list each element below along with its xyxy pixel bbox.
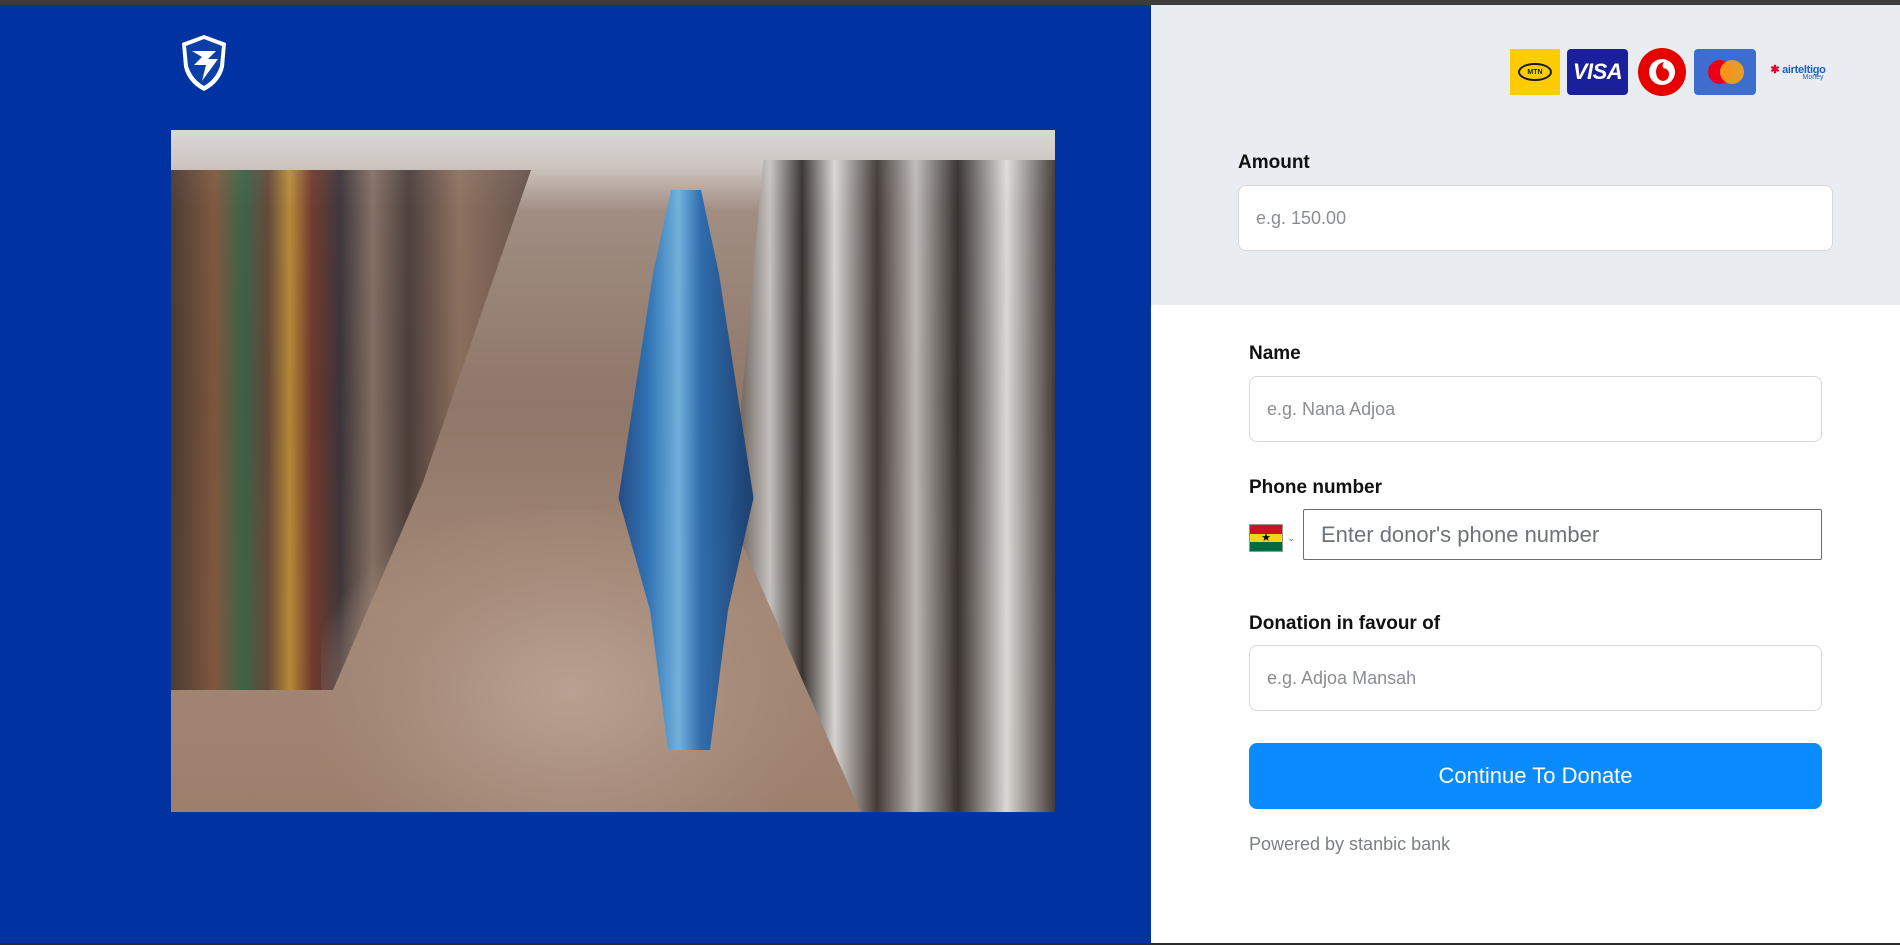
stanbic-logo-icon bbox=[182, 35, 226, 91]
name-label: Name bbox=[1249, 343, 1301, 364]
country-code-selector[interactable]: ★ ⌄ bbox=[1249, 523, 1301, 553]
left-brand-panel bbox=[0, 5, 1151, 943]
airteltigo-logo-sub: Money bbox=[1802, 74, 1824, 81]
phone-label: Phone number bbox=[1249, 477, 1383, 498]
continue-to-donate-button[interactable]: Continue To Donate bbox=[1249, 743, 1822, 809]
chevron-down-icon: ⌄ bbox=[1287, 532, 1296, 544]
vodafone-speechmark-icon bbox=[1649, 59, 1675, 85]
mtn-logo-text: MTN bbox=[1518, 63, 1552, 81]
amount-label: Amount bbox=[1238, 152, 1310, 173]
amount-input[interactable] bbox=[1238, 185, 1833, 251]
favour-input[interactable] bbox=[1249, 645, 1822, 711]
vodafone-logo bbox=[1638, 48, 1686, 96]
mastercard-logo bbox=[1694, 49, 1756, 95]
name-input[interactable] bbox=[1249, 376, 1822, 442]
ghana-flag-icon: ★ bbox=[1249, 524, 1283, 552]
favour-label: Donation in favour of bbox=[1249, 613, 1441, 634]
powered-by-text: Powered by stanbic bank bbox=[1249, 834, 1451, 854]
visa-logo: VISA bbox=[1567, 49, 1628, 95]
airteltigo-logo: ✱ airteltigo Money bbox=[1770, 64, 1826, 81]
mtn-logo: MTN bbox=[1510, 49, 1560, 95]
phone-input[interactable] bbox=[1303, 509, 1822, 560]
hero-image bbox=[171, 130, 1055, 812]
